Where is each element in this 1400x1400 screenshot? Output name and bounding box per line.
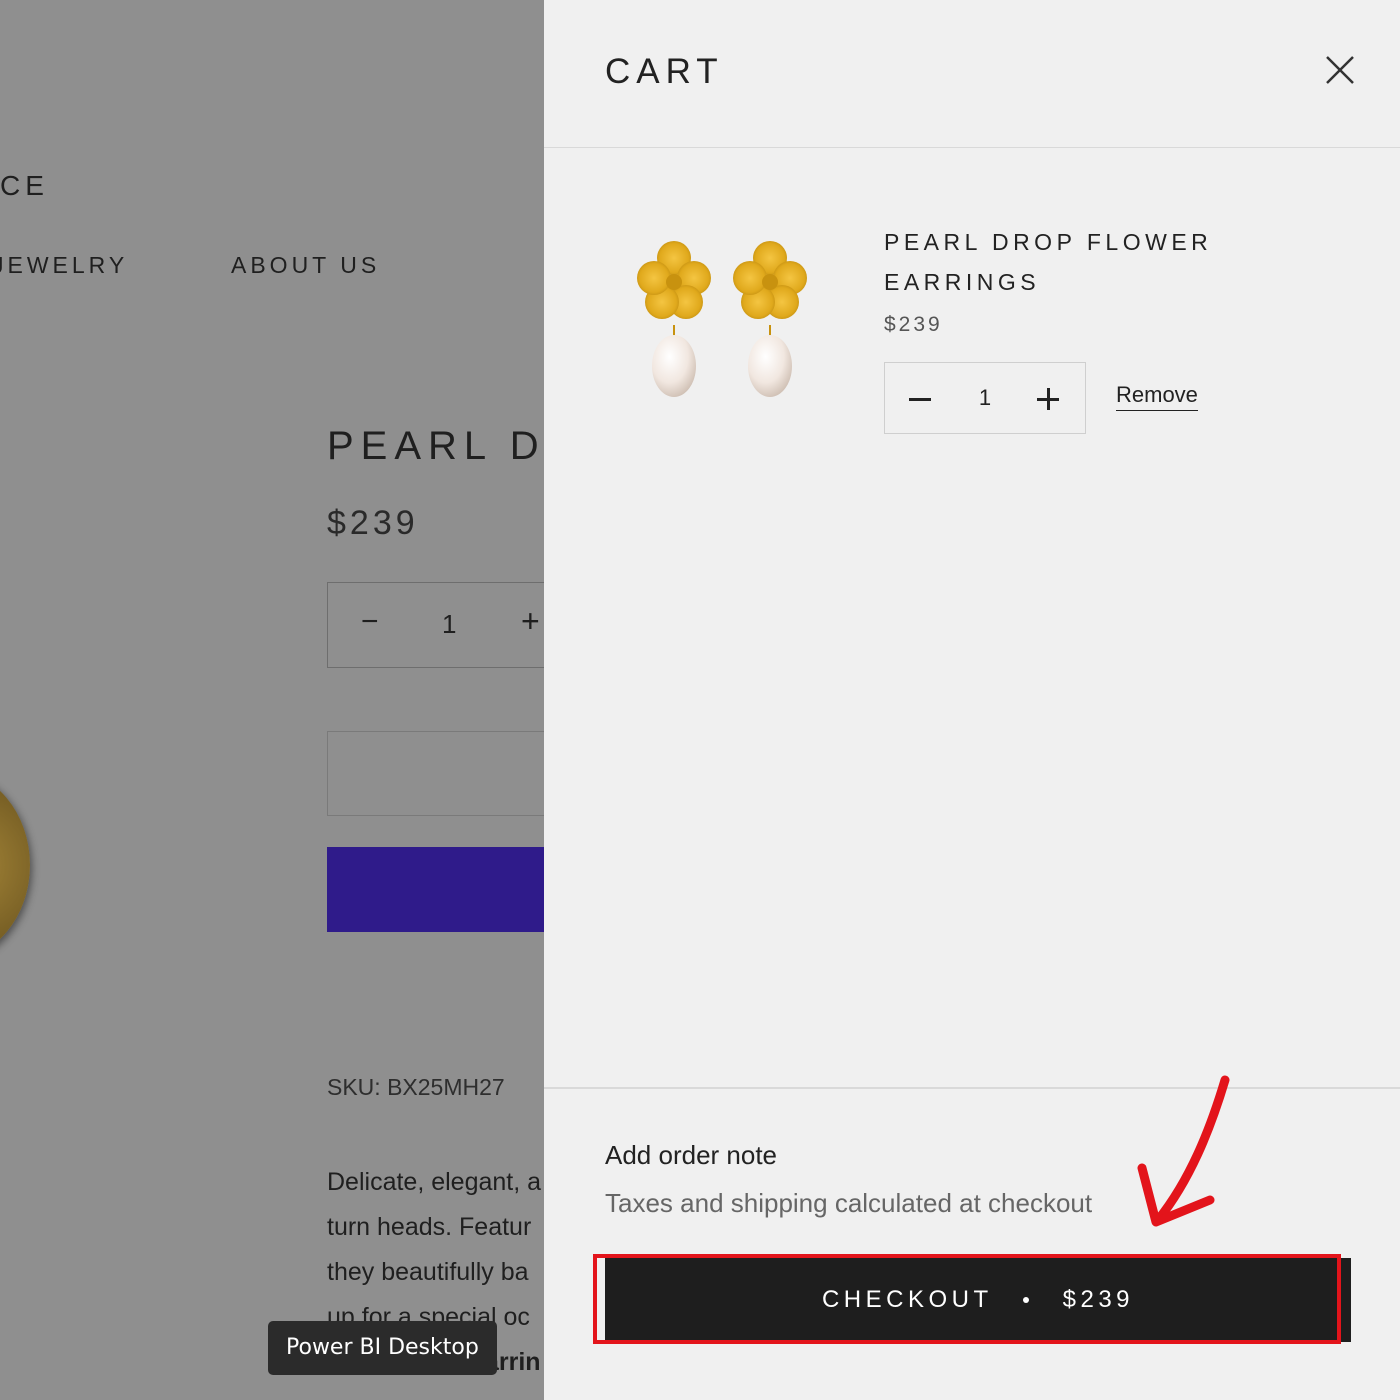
- cart-item-title[interactable]: PEARL DROP FLOWER EARRINGS: [884, 222, 1244, 302]
- product-sku: SKU: BX25MH27: [327, 1074, 505, 1100]
- description-line: turn heads. Featur: [327, 1213, 532, 1241]
- add-to-cart-button[interactable]: [327, 731, 560, 816]
- taskbar-tooltip: Power BI Desktop: [268, 1321, 497, 1375]
- cart-item-price: $239: [884, 313, 943, 336]
- product-image-partial: [0, 770, 30, 960]
- nav-item-about-us[interactable]: ABOUT US: [231, 252, 380, 279]
- remove-item-link[interactable]: Remove: [1116, 382, 1198, 411]
- add-order-note-link[interactable]: Add order note: [605, 1140, 777, 1171]
- annotation-arrow-icon: [1137, 1075, 1230, 1227]
- footer-divider: [544, 1087, 1400, 1089]
- product-quantity-selector: − 1 +: [327, 582, 560, 668]
- pearl-flower-earrings-image[interactable]: [624, 230, 824, 410]
- nav-item-jewelry[interactable]: JEWELRY: [0, 252, 128, 279]
- plus-icon[interactable]: [1033, 381, 1063, 415]
- minus-icon[interactable]: [905, 381, 935, 415]
- cart-drawer: CART PEARL DROP FLOWER EARRINGS $239 1 R…: [544, 0, 1400, 1400]
- quantity-value: 1: [442, 609, 457, 639]
- product-title: PEARL D: [327, 424, 546, 468]
- description-line: Delicate, elegant, a: [327, 1168, 542, 1196]
- decrease-quantity-button[interactable]: −: [361, 605, 379, 639]
- cart-quantity-input[interactable]: 1: [965, 385, 1005, 411]
- cart-header: CART: [544, 0, 1400, 148]
- cart-item-title-line: EARRINGS: [884, 269, 1041, 295]
- cart-title: CART: [605, 52, 724, 91]
- checkout-highlight-box: [593, 1254, 1341, 1344]
- cart-item-title-line: PEARL DROP FLOWER: [884, 229, 1213, 255]
- brand-logo-partial: CE: [0, 170, 49, 201]
- buy-now-button[interactable]: [327, 847, 560, 932]
- taxes-shipping-note: Taxes and shipping calculated at checkou…: [605, 1188, 1093, 1218]
- description-line: they beautifully ba: [327, 1258, 529, 1286]
- increase-quantity-button[interactable]: +: [521, 603, 540, 640]
- close-icon[interactable]: [1322, 52, 1358, 88]
- background-product-page: CE JEWELRY ABOUT US PEARL D $239 − 1 + S…: [0, 0, 560, 1400]
- cart-quantity-selector: 1: [884, 362, 1086, 434]
- product-price: $239: [327, 504, 419, 542]
